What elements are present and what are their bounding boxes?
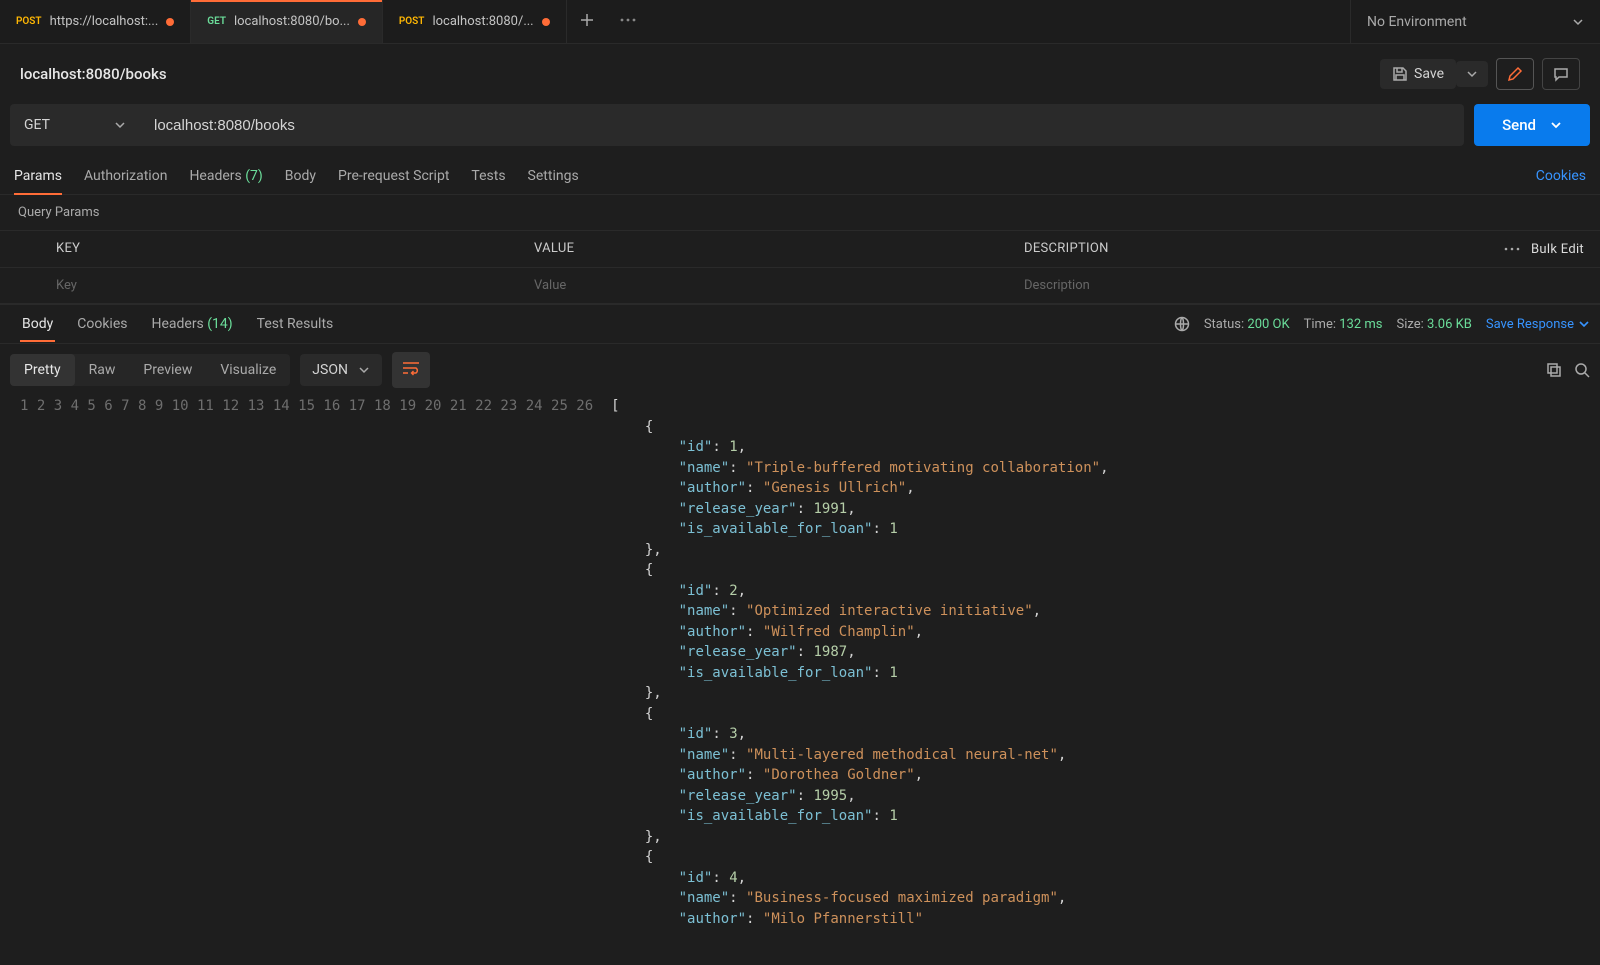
view-mode-preview[interactable]: Preview bbox=[129, 354, 206, 386]
comments-button[interactable] bbox=[1542, 58, 1580, 90]
chevron-down-icon bbox=[358, 364, 370, 376]
request-subtab-settings[interactable]: Settings bbox=[528, 158, 579, 194]
params-empty-row[interactable]: Key Value Description bbox=[0, 267, 1600, 304]
tab-method-badge: POST bbox=[16, 16, 42, 27]
pencil-icon bbox=[1507, 66, 1523, 82]
request-subtab-headers[interactable]: Headers (7) bbox=[189, 158, 262, 194]
save-button[interactable]: Save bbox=[1380, 59, 1456, 89]
column-value: VALUE bbox=[520, 231, 1010, 267]
request-title: localhost:8080/books bbox=[20, 65, 167, 83]
response-body-viewer[interactable]: 1 2 3 4 5 6 7 8 9 10 11 12 13 14 15 16 1… bbox=[0, 396, 1600, 932]
size-label: Size: bbox=[1397, 317, 1424, 332]
query-params-label: Query Params bbox=[0, 195, 1600, 230]
view-mode-visualize[interactable]: Visualize bbox=[206, 354, 290, 386]
more-icon[interactable] bbox=[1503, 241, 1521, 257]
chevron-down-icon bbox=[114, 119, 126, 131]
column-key: KEY bbox=[0, 231, 520, 267]
search-icon[interactable] bbox=[1574, 362, 1590, 378]
tab-overflow-button[interactable] bbox=[607, 12, 649, 32]
response-meta: Status: 200 OK Time: 132 ms Size: 3.06 K… bbox=[1174, 316, 1590, 332]
tab-method-badge: GET bbox=[207, 16, 226, 27]
viewer-toolbar: PrettyRawPreviewVisualize JSON bbox=[0, 344, 1600, 396]
key-input[interactable]: Key bbox=[0, 268, 520, 303]
wrap-lines-button[interactable] bbox=[392, 352, 430, 388]
request-subtab-pre-request-script[interactable]: Pre-request Script bbox=[338, 158, 449, 194]
request-header: localhost:8080/books Save bbox=[0, 44, 1600, 104]
format-label: JSON bbox=[312, 362, 348, 378]
chevron-down-icon bbox=[1578, 318, 1590, 330]
size-value: 3.06 KB bbox=[1427, 317, 1472, 332]
response-subtab-cookies[interactable]: Cookies bbox=[65, 306, 139, 342]
chevron-down-icon bbox=[1550, 119, 1562, 131]
unsaved-dot bbox=[358, 18, 366, 26]
description-input[interactable]: Description bbox=[1010, 268, 1480, 303]
params-table: KEY VALUE DESCRIPTION Bulk Edit Key Valu… bbox=[0, 230, 1600, 304]
method-label: GET bbox=[24, 117, 50, 133]
comment-icon bbox=[1553, 66, 1569, 82]
copy-icon[interactable] bbox=[1546, 362, 1562, 378]
bulk-edit-button[interactable]: Bulk Edit bbox=[1531, 242, 1584, 257]
send-label: Send bbox=[1502, 116, 1536, 134]
column-description: DESCRIPTION bbox=[1010, 231, 1480, 267]
view-mode-raw[interactable]: Raw bbox=[75, 354, 130, 386]
environment-label: No Environment bbox=[1367, 14, 1467, 30]
save-response-label: Save Response bbox=[1486, 317, 1574, 332]
unsaved-dot bbox=[542, 18, 550, 26]
url-bar: GET Send bbox=[0, 104, 1600, 158]
request-subtab-authorization[interactable]: Authorization bbox=[84, 158, 167, 194]
send-button[interactable]: Send bbox=[1474, 104, 1590, 146]
save-response-button[interactable]: Save Response bbox=[1486, 317, 1590, 332]
save-icon bbox=[1392, 66, 1408, 82]
globe-icon[interactable] bbox=[1174, 316, 1190, 332]
top-tab-bar: POST https://localhost:... GET localhost… bbox=[0, 0, 1600, 44]
save-label: Save bbox=[1414, 66, 1444, 82]
unsaved-dot bbox=[166, 18, 174, 26]
save-dropdown-button[interactable] bbox=[1456, 61, 1488, 87]
tab-label: localhost:8080/... bbox=[432, 14, 533, 29]
chevron-down-icon bbox=[1466, 68, 1478, 80]
cookies-link[interactable]: Cookies bbox=[1536, 168, 1586, 184]
tab-label: localhost:8080/bo... bbox=[234, 14, 350, 29]
response-subtab-test-results[interactable]: Test Results bbox=[245, 306, 346, 342]
format-select[interactable]: JSON bbox=[300, 354, 382, 386]
edit-button[interactable] bbox=[1496, 58, 1534, 90]
request-subtabs: Params Authorization Headers (7) Body Pre-re… bbox=[0, 158, 1600, 195]
request-tab[interactable]: POST https://localhost:... bbox=[0, 0, 191, 43]
view-mode-pretty[interactable]: Pretty bbox=[10, 354, 75, 386]
request-subtab-body[interactable]: Body bbox=[285, 158, 316, 194]
tab-method-badge: POST bbox=[399, 16, 425, 27]
tab-label: https://localhost:... bbox=[50, 14, 159, 29]
request-subtab-tests[interactable]: Tests bbox=[471, 158, 505, 194]
time-label: Time: bbox=[1304, 317, 1336, 332]
environment-selector[interactable]: No Environment bbox=[1350, 0, 1600, 43]
url-input[interactable] bbox=[140, 104, 1464, 146]
request-subtab-params[interactable]: Params bbox=[14, 158, 62, 194]
time-value: 132 ms bbox=[1339, 317, 1382, 332]
request-tab[interactable]: GET localhost:8080/bo... bbox=[191, 0, 383, 43]
response-subtab-headers[interactable]: Headers (14) bbox=[139, 306, 244, 342]
status-label: Status: bbox=[1204, 317, 1244, 332]
params-table-header: KEY VALUE DESCRIPTION Bulk Edit bbox=[0, 230, 1600, 267]
http-method-select[interactable]: GET bbox=[10, 104, 140, 146]
request-tab[interactable]: POST localhost:8080/... bbox=[383, 0, 567, 43]
status-code: 200 OK bbox=[1247, 317, 1289, 332]
value-input[interactable]: Value bbox=[520, 268, 1010, 303]
response-subtab-body[interactable]: Body bbox=[10, 306, 65, 342]
chevron-down-icon bbox=[1572, 16, 1584, 28]
new-tab-button[interactable] bbox=[567, 12, 607, 32]
response-subtabs: BodyCookiesHeaders (14)Test Results Stat… bbox=[0, 304, 1600, 344]
